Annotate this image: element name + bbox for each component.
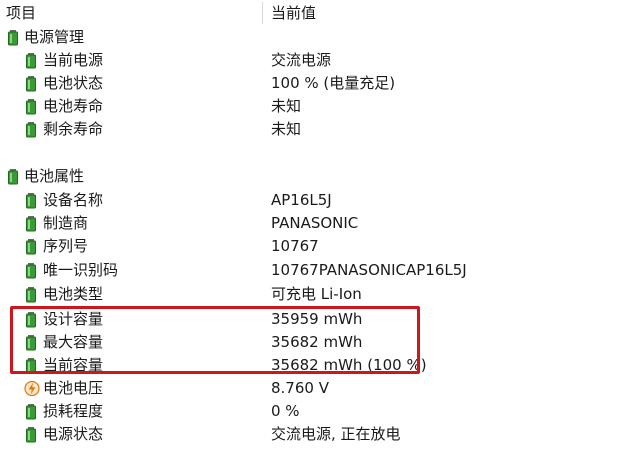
list-item-full-capacity[interactable]: 最大容量 35682 mWh bbox=[0, 331, 640, 354]
group-label: 电源管理 bbox=[24, 28, 85, 46]
item-value: 未知 bbox=[271, 97, 302, 115]
battery-icon bbox=[26, 53, 36, 69]
item-value: 10767PANASONICAP16L5J bbox=[271, 261, 467, 279]
item-value: PANASONIC bbox=[271, 214, 359, 232]
battery-icon bbox=[26, 216, 36, 232]
item-label: 电池电压 bbox=[43, 379, 104, 397]
battery-icon bbox=[26, 193, 36, 209]
group-power-management[interactable]: 电源管理 bbox=[0, 26, 640, 49]
battery-icon bbox=[8, 30, 18, 46]
battery-icon bbox=[26, 287, 36, 303]
item-value: 交流电源 bbox=[271, 51, 332, 69]
column-divider[interactable] bbox=[262, 2, 263, 24]
item-label: 最大容量 bbox=[43, 333, 104, 351]
item-label: 电池类型 bbox=[43, 285, 104, 303]
list-item-remaining-life[interactable]: 剩余寿命 未知 bbox=[0, 118, 640, 141]
item-label: 当前容量 bbox=[43, 356, 104, 374]
item-value: 35959 mWh bbox=[271, 310, 363, 328]
item-label: 序列号 bbox=[43, 237, 89, 255]
item-value: 0 % bbox=[271, 402, 300, 420]
column-header-item[interactable]: 项目 bbox=[6, 3, 36, 23]
item-label: 剩余寿命 bbox=[43, 120, 104, 138]
battery-icon bbox=[26, 99, 36, 115]
battery-icon bbox=[26, 122, 36, 138]
item-value: 10767 bbox=[271, 237, 319, 255]
item-value: 100 % (电量充足) bbox=[271, 74, 396, 92]
column-header-value[interactable]: 当前值 bbox=[271, 3, 316, 23]
item-label: 当前电源 bbox=[43, 51, 104, 69]
battery-icon bbox=[26, 358, 36, 374]
list-item-manufacturer[interactable]: 制造商 PANASONIC bbox=[0, 212, 640, 235]
list-item-current-capacity[interactable]: 当前容量 35682 mWh (100 %) bbox=[0, 354, 640, 377]
battery-icon bbox=[26, 263, 36, 279]
list-item-battery-voltage[interactable]: 电池电压 8.760 V bbox=[0, 377, 640, 400]
list-item-serial-number[interactable]: 序列号 10767 bbox=[0, 235, 640, 258]
list-item-battery-type[interactable]: 电池类型 可充电 Li-Ion bbox=[0, 283, 640, 306]
group-label: 电池属性 bbox=[24, 167, 85, 185]
battery-icon bbox=[26, 239, 36, 255]
battery-icon bbox=[26, 427, 36, 443]
item-value: 35682 mWh bbox=[271, 333, 363, 351]
list-item-battery-status[interactable]: 电池状态 100 % (电量充足) bbox=[0, 72, 640, 95]
battery-icon bbox=[26, 335, 36, 351]
list-item-unique-id[interactable]: 唯一识别码 10767PANASONICAP16L5J bbox=[0, 259, 640, 282]
list-item-design-capacity[interactable]: 设计容量 35959 mWh bbox=[0, 308, 640, 331]
list-item-power-state[interactable]: 电源状态 交流电源, 正在放电 bbox=[0, 423, 640, 446]
item-label: 制造商 bbox=[43, 214, 89, 232]
item-label: 电池状态 bbox=[43, 74, 104, 92]
item-label: 设备名称 bbox=[43, 191, 104, 209]
battery-icon bbox=[26, 76, 36, 92]
list-header: 项目 当前值 bbox=[0, 0, 640, 26]
item-label: 电池寿命 bbox=[43, 97, 104, 115]
item-value: 交流电源, 正在放电 bbox=[271, 425, 401, 443]
voltage-icon bbox=[24, 380, 40, 397]
item-value: 可充电 Li-Ion bbox=[271, 285, 362, 303]
list-item-wear-level[interactable]: 损耗程度 0 % bbox=[0, 400, 640, 423]
list-item-current-power[interactable]: 当前电源 交流电源 bbox=[0, 49, 640, 72]
item-value: AP16L5J bbox=[271, 191, 332, 209]
battery-icon bbox=[26, 312, 36, 328]
item-value: 未知 bbox=[271, 120, 302, 138]
item-label: 电源状态 bbox=[43, 425, 104, 443]
battery-icon bbox=[26, 404, 36, 420]
battery-icon bbox=[8, 169, 18, 185]
group-battery-properties[interactable]: 电池属性 bbox=[0, 165, 640, 188]
item-label: 损耗程度 bbox=[43, 402, 104, 420]
list-item-device-name[interactable]: 设备名称 AP16L5J bbox=[0, 189, 640, 212]
list-item-battery-life[interactable]: 电池寿命 未知 bbox=[0, 95, 640, 118]
item-label: 唯一识别码 bbox=[43, 261, 119, 279]
item-value: 8.760 V bbox=[271, 379, 329, 397]
item-label: 设计容量 bbox=[43, 310, 104, 328]
item-value: 35682 mWh (100 %) bbox=[271, 356, 427, 374]
